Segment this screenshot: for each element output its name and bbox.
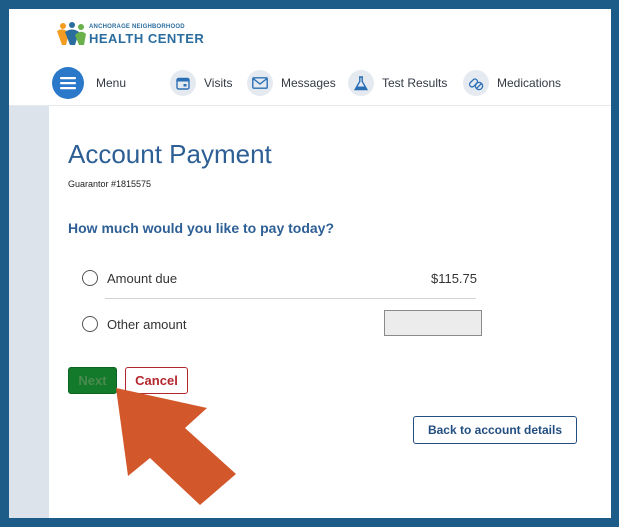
nav-visits[interactable]: Visits (170, 67, 232, 99)
main-content: Account Payment Guarantor #1815575 How m… (49, 106, 611, 518)
nav-test-results[interactable]: Test Results (348, 67, 447, 99)
logo-text-big: HEALTH CENTER (89, 31, 205, 46)
amount-due-label[interactable]: Amount due (107, 271, 177, 286)
other-amount-label[interactable]: Other amount (107, 317, 187, 332)
amount-due-radio[interactable] (82, 270, 98, 286)
option-divider (105, 298, 476, 299)
nav-menu[interactable]: Menu (52, 67, 126, 99)
health-center-logo[interactable]: ANCHORAGE NEIGHBORHOOD HEALTH CENTER (55, 21, 205, 47)
sidebar-strip (9, 106, 49, 518)
flask-icon (348, 70, 374, 96)
other-amount-input[interactable] (384, 310, 482, 336)
nav-menu-label: Menu (96, 76, 127, 90)
payment-question: How much would you like to pay today? (68, 220, 335, 236)
nav-visits-label: Visits (204, 76, 233, 90)
nav-messages-label: Messages (281, 76, 336, 90)
logo-text-small: ANCHORAGE NEIGHBORHOOD (89, 24, 185, 30)
nav-messages[interactable]: Messages (247, 67, 336, 99)
logo-people-icon (57, 22, 86, 45)
pills-icon (463, 70, 489, 96)
next-button[interactable]: Next (68, 367, 117, 394)
app-window: ANCHORAGE NEIGHBORHOOD HEALTH CENTER Men… (9, 9, 611, 518)
cancel-button[interactable]: Cancel (125, 367, 188, 394)
menu-icon (52, 67, 84, 99)
other-amount-radio[interactable] (82, 316, 98, 332)
envelope-icon (247, 70, 273, 96)
amount-due-option[interactable]: Amount due $115.75 (82, 267, 477, 289)
nav-medications-label: Medications (497, 76, 562, 90)
nav-medications[interactable]: Medications (463, 67, 561, 99)
page-title: Account Payment (68, 139, 272, 169)
calendar-icon (170, 70, 196, 96)
header: ANCHORAGE NEIGHBORHOOD HEALTH CENTER Men… (9, 9, 611, 106)
guarantor-number: Guarantor #1815575 (68, 179, 152, 189)
amount-due-value: $115.75 (430, 270, 477, 286)
back-to-account-details-button[interactable]: Back to account details (413, 416, 577, 444)
nav-test-results-label: Test Results (382, 76, 448, 90)
